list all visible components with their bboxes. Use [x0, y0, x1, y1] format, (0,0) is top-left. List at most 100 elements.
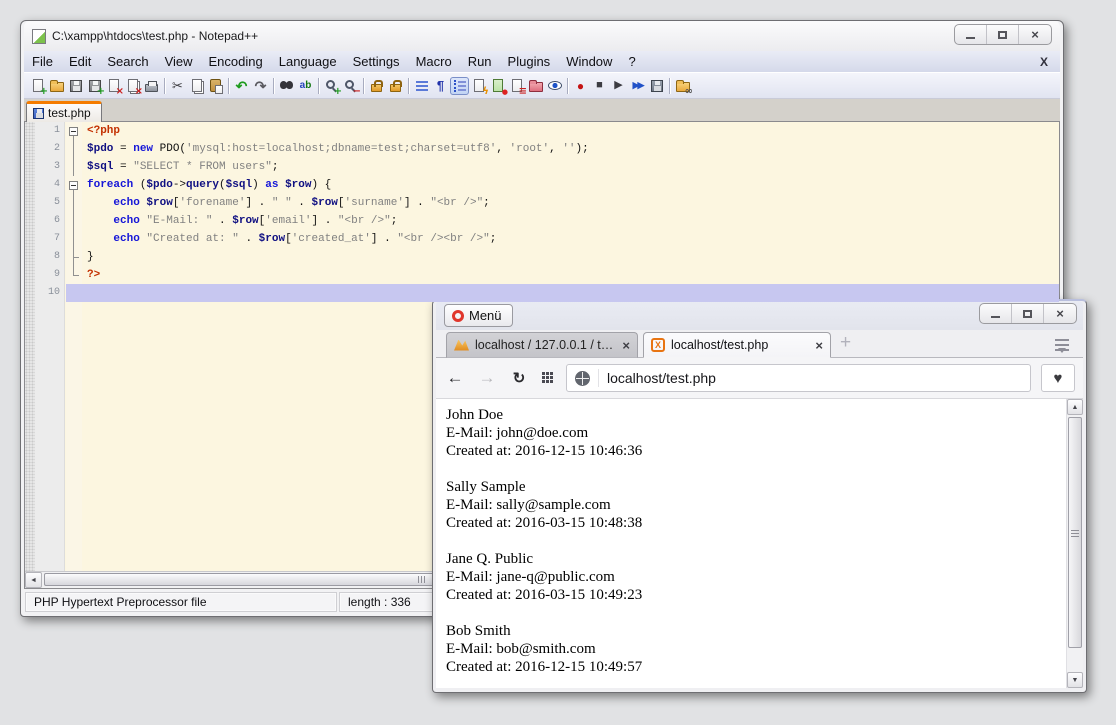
scroll-left-button[interactable]: ◄ [25, 572, 42, 588]
print-icon[interactable] [142, 77, 161, 95]
notepadpp-window-controls: × [954, 24, 1052, 45]
fold-collapse-icon[interactable] [66, 176, 82, 194]
tab-close-icon[interactable]: × [622, 339, 630, 352]
menu-item-encoding[interactable]: Encoding [201, 52, 271, 71]
find-icon[interactable] [277, 77, 296, 95]
minimize-button[interactable] [955, 25, 987, 44]
menu-item-run[interactable]: Run [460, 52, 500, 71]
stop-macro-icon[interactable]: ■ [590, 77, 609, 95]
scroll-up-button[interactable]: ▲ [1067, 399, 1083, 415]
sync-vertical-icon[interactable] [367, 77, 386, 95]
close-button[interactable]: × [1019, 25, 1051, 44]
save-macro-icon[interactable] [647, 77, 666, 95]
menu-item-settings[interactable]: Settings [345, 52, 408, 71]
minimize-button[interactable] [980, 304, 1012, 323]
line-number: 6 [35, 212, 66, 230]
scrollbar-thumb[interactable] [1068, 417, 1082, 648]
code-line-8: 8} [25, 248, 1059, 266]
tab-label: localhost / 127.0.0.1 / test [475, 338, 616, 352]
forward-button[interactable]: → [476, 368, 498, 388]
menu-item-plugins[interactable]: Plugins [500, 52, 559, 71]
paste-icon[interactable] [206, 77, 225, 95]
show-all-chars-icon[interactable]: ¶ [431, 77, 450, 95]
function-list-icon[interactable]: ϟ [469, 77, 488, 95]
menu-item-window[interactable]: Window [558, 52, 620, 71]
menu-item-file[interactable]: File [24, 52, 61, 71]
reload-button[interactable]: ↻ [508, 369, 530, 387]
menubar-close-button[interactable]: X [1040, 55, 1060, 69]
opera-titlebar[interactable]: Menü × [436, 301, 1083, 330]
code-text: <?php [82, 122, 1059, 140]
notepadpp-titlebar[interactable]: C:\xampp\htdocs\test.php - Notepad++ × [24, 21, 1060, 51]
tab-menu-icon[interactable] [1055, 339, 1069, 351]
browser-tab-active[interactable]: localhost/test.php× [643, 332, 831, 358]
maximize-icon [998, 31, 1007, 39]
copy-icon[interactable] [187, 77, 206, 95]
save-all-icon[interactable]: + [85, 77, 104, 95]
browser-tab-bar: localhost / 127.0.0.1 / test×localhost/t… [436, 330, 1083, 358]
back-button[interactable]: ← [444, 368, 466, 388]
redo-icon[interactable]: ↷ [251, 77, 270, 95]
menu-item-view[interactable]: View [157, 52, 201, 71]
save-icon[interactable] [66, 77, 85, 95]
open-file-icon[interactable] [47, 77, 66, 95]
close-doc-icon[interactable]: × [104, 77, 123, 95]
speed-dial-icon[interactable] [542, 372, 554, 384]
line-number: 3 [35, 158, 66, 176]
menu-item-search[interactable]: Search [99, 52, 156, 71]
bookmark-heart-button[interactable]: ♥ [1041, 364, 1075, 392]
menu-item-help[interactable]: ? [620, 52, 643, 71]
line-number: 2 [35, 140, 66, 158]
menu-item-language[interactable]: Language [271, 52, 345, 71]
doc-map-icon[interactable]: ● [488, 77, 507, 95]
bookmark-cell[interactable] [25, 212, 35, 230]
maximize-button[interactable] [1012, 304, 1044, 323]
record-macro-icon[interactable]: ● [571, 77, 590, 95]
fold-collapse-icon[interactable] [66, 122, 82, 140]
menu-item-macro[interactable]: Macro [408, 52, 460, 71]
bookmark-cell[interactable] [25, 194, 35, 212]
opera-menu-button[interactable]: Menü [444, 304, 513, 327]
monitoring-icon[interactable] [545, 77, 564, 95]
new-tab-button[interactable]: + [840, 332, 851, 354]
zoom-in-icon[interactable]: + [322, 77, 341, 95]
status-doc-type: PHP Hypertext Preprocessor file [25, 592, 337, 612]
open-folder-icon[interactable]: ∞ [673, 77, 692, 95]
doc-switcher-icon[interactable]: ≡ [507, 77, 526, 95]
bookmark-cell[interactable] [25, 284, 35, 302]
address-bar[interactable]: localhost/test.php [566, 364, 1031, 392]
user-record: John DoeE-Mail: john@doe.comCreated at: … [446, 406, 1066, 460]
cut-icon[interactable]: ✂ [168, 77, 187, 95]
bookmark-cell[interactable] [25, 158, 35, 176]
bookmark-cell[interactable] [25, 122, 35, 140]
code-line-2: 2$pdo = new PDO('mysql:host=localhost;db… [25, 140, 1059, 158]
record-line: Created at: 2016-12-15 10:46:36 [446, 442, 1066, 460]
sync-horizontal-icon[interactable] [386, 77, 405, 95]
bookmark-cell[interactable] [25, 230, 35, 248]
undo-icon[interactable]: ↶ [232, 77, 251, 95]
word-wrap-icon[interactable] [412, 77, 431, 95]
menu-item-edit[interactable]: Edit [61, 52, 99, 71]
browser-tab[interactable]: localhost / 127.0.0.1 / test × [446, 332, 638, 358]
scrollbar-track[interactable] [1067, 415, 1083, 672]
code-text: } [82, 248, 1059, 266]
close-all-docs-icon[interactable]: × [123, 77, 142, 95]
tab-close-icon[interactable]: × [815, 339, 823, 352]
maximize-button[interactable] [987, 25, 1019, 44]
bookmark-cell[interactable] [25, 248, 35, 266]
new-file-icon[interactable]: + [28, 77, 47, 95]
bookmark-cell[interactable] [25, 140, 35, 158]
tab-test-php[interactable]: test.php [26, 101, 102, 122]
zoom-out-icon[interactable]: − [341, 77, 360, 95]
bookmark-cell[interactable] [25, 176, 35, 194]
replace-icon[interactable]: ab [296, 77, 315, 95]
run-multiple-icon[interactable]: ▶▶ [628, 77, 647, 95]
play-macro-icon[interactable]: ▶ [609, 77, 628, 95]
vertical-scrollbar[interactable]: ▲ ▼ [1066, 399, 1083, 688]
close-button[interactable]: × [1044, 304, 1076, 323]
indent-guide-icon[interactable] [450, 77, 469, 95]
scroll-down-button[interactable]: ▼ [1067, 672, 1083, 688]
code-text [82, 284, 1059, 302]
folder-workspace-icon[interactable] [526, 77, 545, 95]
bookmark-cell[interactable] [25, 266, 35, 284]
